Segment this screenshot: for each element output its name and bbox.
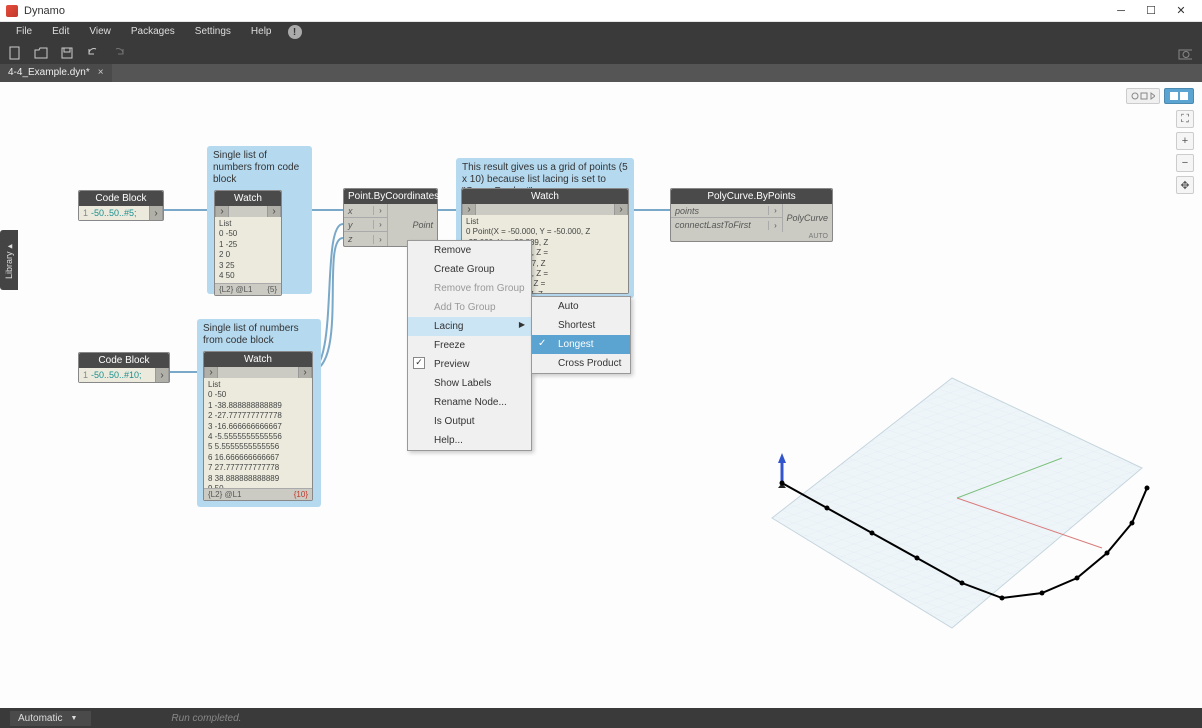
lacing-cross-product[interactable]: Cross Product xyxy=(532,354,630,373)
node-title: Code Block xyxy=(79,191,163,206)
node-title: Point.ByCoordinates xyxy=(344,189,437,204)
node-title: Watch xyxy=(462,189,628,204)
watch-output: List 0 -50 1 -25 2 0 3 25 4 50 xyxy=(215,217,281,283)
node-point-by-coordinates[interactable]: Point.ByCoordinates x› y› z› Point xyxy=(343,188,438,247)
title-bar: Dynamo ─ ☐ ✕ xyxy=(0,0,1202,22)
menu-help[interactable]: Help xyxy=(241,22,282,42)
cm-remove[interactable]: Remove xyxy=(408,241,531,260)
menu-packages[interactable]: Packages xyxy=(121,22,185,42)
cm-rename-node[interactable]: Rename Node... xyxy=(408,393,531,412)
cm-remove-from-group: Remove from Group xyxy=(408,279,531,298)
node-watch-1[interactable]: Watch ›› List 0 -50 1 -25 2 0 3 25 4 50 … xyxy=(214,190,282,296)
node-code-block-1[interactable]: Code Block 1-50..50..#5; › xyxy=(78,190,164,221)
app-logo-icon xyxy=(6,5,18,17)
input-y[interactable]: y xyxy=(344,220,373,230)
node-title: Code Block xyxy=(79,353,169,368)
toolbar xyxy=(0,42,1202,64)
zoom-out-button[interactable]: − xyxy=(1176,154,1194,172)
cm-show-labels[interactable]: Show Labels xyxy=(408,374,531,393)
redo-icon[interactable] xyxy=(112,46,126,60)
status-message: Run completed. xyxy=(171,713,241,724)
lacing-submenu: Auto Shortest ✓Longest Cross Product xyxy=(531,296,631,374)
output-polycurve[interactable]: PolyCurve xyxy=(782,204,832,232)
input-connect-last[interactable]: connectLastToFirst xyxy=(671,220,768,230)
run-mode-dropdown[interactable]: Automatic▼ xyxy=(10,711,91,726)
menu-settings[interactable]: Settings xyxy=(185,22,241,42)
node-title: Watch xyxy=(204,352,312,367)
cm-is-output[interactable]: Is Output xyxy=(408,412,531,431)
lacing-auto[interactable]: Auto xyxy=(532,297,630,316)
zoom-in-button[interactable]: + xyxy=(1176,132,1194,150)
menu-view[interactable]: View xyxy=(79,22,121,42)
group-title: Single list of numbers from code block xyxy=(207,146,312,190)
input-x[interactable]: x xyxy=(344,206,373,216)
output-port[interactable]: › xyxy=(298,367,312,378)
zoom-fit-button[interactable]: ⛶ xyxy=(1176,110,1194,128)
code-input[interactable]: 1-50..50..#10; xyxy=(79,368,155,382)
cm-preview[interactable]: ✓Preview xyxy=(408,355,531,374)
node-code-block-2[interactable]: Code Block 1-50..50..#10; › xyxy=(78,352,170,383)
close-button[interactable]: ✕ xyxy=(1166,1,1196,21)
cm-add-to-group: Add To Group xyxy=(408,298,531,317)
menu-file[interactable]: File xyxy=(6,22,42,42)
cm-create-group[interactable]: Create Group xyxy=(408,260,531,279)
view-mode-icons[interactable] xyxy=(1126,88,1160,104)
lacing-longest[interactable]: ✓Longest xyxy=(532,335,630,354)
window-title: Dynamo xyxy=(24,5,1106,17)
pan-button[interactable]: ✥ xyxy=(1176,176,1194,194)
cm-lacing[interactable]: Lacing▶ xyxy=(408,317,531,336)
document-tab-label: 4-4_Example.dyn* xyxy=(8,64,90,82)
open-file-icon[interactable] xyxy=(34,46,48,60)
output-port[interactable]: › xyxy=(155,368,169,382)
minimize-button[interactable]: ─ xyxy=(1106,1,1136,21)
info-icon[interactable]: ! xyxy=(288,25,302,39)
cm-help[interactable]: Help... xyxy=(408,431,531,450)
menu-edit[interactable]: Edit xyxy=(42,22,79,42)
cm-freeze[interactable]: Freeze xyxy=(408,336,531,355)
document-tab-bar: 4-4_Example.dyn* × xyxy=(0,64,1202,82)
output-port[interactable]: › xyxy=(267,206,281,217)
group-title: Single list of numbers from code block xyxy=(197,319,321,351)
status-bar: Automatic▼ Run completed. xyxy=(0,708,1202,728)
new-file-icon[interactable] xyxy=(8,46,22,60)
library-panel-tab[interactable]: Library ▸ xyxy=(0,230,18,290)
input-z[interactable]: z xyxy=(344,234,373,244)
close-tab-icon[interactable]: × xyxy=(98,64,104,82)
input-port[interactable]: › xyxy=(204,367,218,378)
lacing-shortest[interactable]: Shortest xyxy=(532,316,630,335)
camera-icon[interactable] xyxy=(1178,46,1192,60)
maximize-button[interactable]: ☐ xyxy=(1136,1,1166,21)
save-file-icon[interactable] xyxy=(60,46,74,60)
geometry-preview[interactable] xyxy=(722,338,1162,668)
document-tab[interactable]: 4-4_Example.dyn* × xyxy=(0,64,112,82)
input-points[interactable]: points xyxy=(671,206,768,216)
output-port[interactable]: › xyxy=(149,206,163,220)
lacing-indicator: AUTO xyxy=(671,232,832,241)
input-port[interactable]: › xyxy=(215,206,229,217)
watch-output: List 0 -50 1 -38.888888888889 2 -27.7777… xyxy=(204,378,312,488)
undo-icon[interactable] xyxy=(86,46,100,60)
input-port[interactable]: › xyxy=(462,204,476,215)
menu-bar: File Edit View Packages Settings Help ! xyxy=(0,22,1202,42)
node-watch-2[interactable]: Watch › › List 0 -50 1 -38.888888888889 2… xyxy=(203,351,313,501)
view-toggle-split[interactable] xyxy=(1164,88,1194,104)
node-context-menu: Remove Create Group Remove from Group Ad… xyxy=(407,240,532,451)
output-port[interactable]: › xyxy=(614,204,628,215)
code-input[interactable]: 1-50..50..#5; xyxy=(79,206,149,220)
canvas[interactable]: Library ▸ ⛶ + − ✥ Single list of numbers… xyxy=(0,82,1202,708)
node-title: Watch xyxy=(215,191,281,206)
node-title: PolyCurve.ByPoints xyxy=(671,189,832,204)
node-polycurve-by-points[interactable]: PolyCurve.ByPoints points› connectLastTo… xyxy=(670,188,833,242)
